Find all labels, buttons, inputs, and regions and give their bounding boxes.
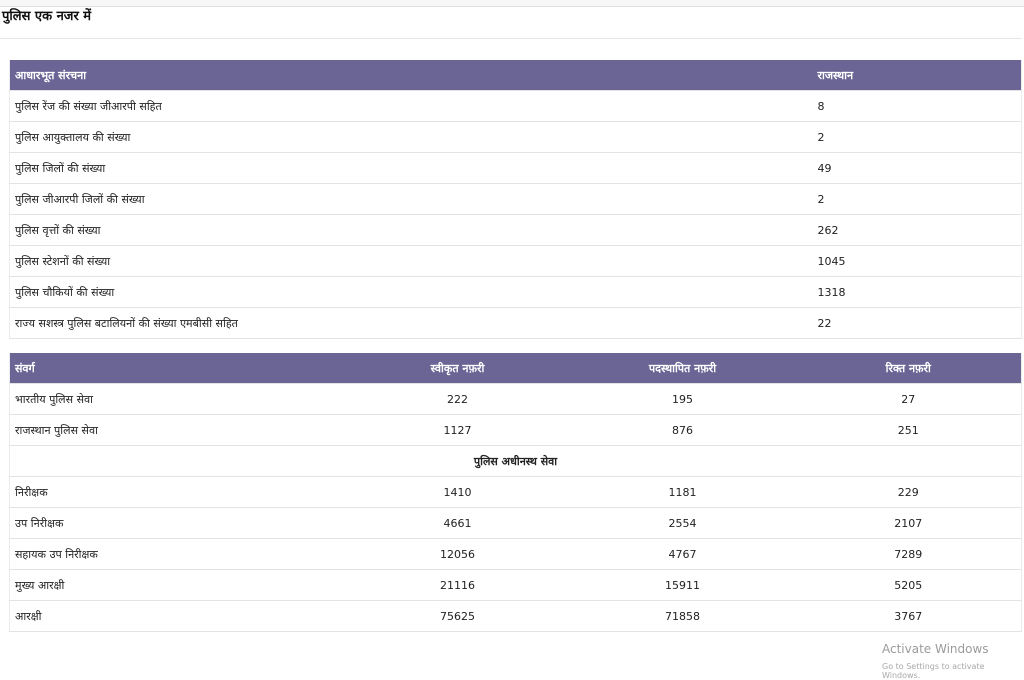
column-header-rajasthan: राजस्थान: [812, 60, 1022, 91]
top-nav-strip: [0, 0, 1024, 7]
row-value: 1045: [812, 245, 1022, 277]
cadre-header-row: संवर्ग स्वीकृत नफ़री पदस्थापित नफ़री रिक…: [9, 353, 1022, 384]
section-row: पुलिस अधीनस्थ सेवा: [9, 445, 1022, 477]
row-value: 22: [812, 307, 1022, 339]
row-label: पुलिस आयुक्तालय की संख्या: [9, 121, 813, 153]
section-label-subordinate-service: पुलिस अधीनस्थ सेवा: [9, 445, 1022, 477]
row-label: पुलिस जिलों की संख्या: [9, 152, 813, 184]
title-divider: [0, 38, 1022, 39]
table-row: पुलिस रेंज की संख्या जीआरपी सहित 8: [9, 90, 1022, 122]
table-row: निरीक्षक 1410 1181 229: [9, 476, 1022, 508]
cadre-name: उप निरीक्षक: [9, 507, 346, 539]
table-row: पुलिस जिलों की संख्या 49: [9, 152, 1022, 184]
sanctioned-value: 75625: [345, 600, 570, 632]
row-value: 1318: [812, 276, 1022, 308]
posted-value: 71858: [569, 600, 796, 632]
activate-windows-watermark-subtitle: Go to Settings to activate Windows.: [882, 662, 985, 680]
table-row: राज्य सशस्त्र पुलिस बटालियनों की संख्या …: [9, 307, 1022, 339]
posted-value: 2554: [569, 507, 796, 539]
table-row: पुलिस वृत्तों की संख्या 262: [9, 214, 1022, 246]
vacant-value: 229: [795, 476, 1022, 508]
vacant-value: 2107: [795, 507, 1022, 539]
row-label: पुलिस स्टेशनों की संख्या: [9, 245, 813, 277]
infrastructure-table: आधारभूत संरचना राजस्थान पुलिस रेंज की सं…: [9, 60, 1022, 339]
table-row: आरक्षी 75625 71858 3767: [9, 600, 1022, 632]
column-header-infrastructure: आधारभूत संरचना: [9, 60, 813, 91]
row-value: 8: [812, 90, 1022, 122]
sanctioned-value: 1127: [345, 414, 570, 446]
cadre-name: भारतीय पुलिस सेवा: [9, 383, 346, 415]
row-label: पुलिस जीआरपी जिलों की संख्या: [9, 183, 813, 215]
row-label: पुलिस चौकियों की संख्या: [9, 276, 813, 308]
table-row: पुलिस चौकियों की संख्या 1318: [9, 276, 1022, 308]
cadre-name: आरक्षी: [9, 600, 346, 632]
vacant-value: 27: [795, 383, 1022, 415]
column-header-posted: पदस्थापित नफ़री: [569, 353, 796, 384]
page-title: पुलिस एक नजर में: [2, 9, 92, 24]
posted-value: 195: [569, 383, 796, 415]
posted-value: 876: [569, 414, 796, 446]
row-value: 2: [812, 183, 1022, 215]
posted-value: 1181: [569, 476, 796, 508]
sanctioned-value: 21116: [345, 569, 570, 601]
table-row: मुख्य आरक्षी 21116 15911 5205: [9, 569, 1022, 601]
table-row: सहायक उप निरीक्षक 12056 4767 7289: [9, 538, 1022, 570]
row-value: 49: [812, 152, 1022, 184]
sanctioned-value: 1410: [345, 476, 570, 508]
vacant-value: 5205: [795, 569, 1022, 601]
row-value: 262: [812, 214, 1022, 246]
row-label: पुलिस वृत्तों की संख्या: [9, 214, 813, 246]
row-label: राज्य सशस्त्र पुलिस बटालियनों की संख्या …: [9, 307, 813, 339]
column-header-cadre: संवर्ग: [9, 353, 346, 384]
posted-value: 4767: [569, 538, 796, 570]
table-row: उप निरीक्षक 4661 2554 2107: [9, 507, 1022, 539]
table-row: पुलिस आयुक्तालय की संख्या 2: [9, 121, 1022, 153]
cadre-name: राजस्थान पुलिस सेवा: [9, 414, 346, 446]
cadre-name: निरीक्षक: [9, 476, 346, 508]
table-row: राजस्थान पुलिस सेवा 1127 876 251: [9, 414, 1022, 446]
table-row: पुलिस स्टेशनों की संख्या 1045: [9, 245, 1022, 277]
column-header-sanctioned: स्वीकृत नफ़री: [345, 353, 570, 384]
posted-value: 15911: [569, 569, 796, 601]
activate-windows-watermark-title: Activate Windows: [882, 642, 989, 656]
table-row: पुलिस जीआरपी जिलों की संख्या 2: [9, 183, 1022, 215]
cadre-name: मुख्य आरक्षी: [9, 569, 346, 601]
infrastructure-header-row: आधारभूत संरचना राजस्थान: [9, 60, 1022, 91]
cadre-strength-table: संवर्ग स्वीकृत नफ़री पदस्थापित नफ़री रिक…: [9, 353, 1022, 632]
table-row: भारतीय पुलिस सेवा 222 195 27: [9, 383, 1022, 415]
vacant-value: 251: [795, 414, 1022, 446]
row-label: पुलिस रेंज की संख्या जीआरपी सहित: [9, 90, 813, 122]
sanctioned-value: 4661: [345, 507, 570, 539]
column-header-vacant: रिक्त नफ़री: [795, 353, 1022, 384]
vacant-value: 7289: [795, 538, 1022, 570]
vacant-value: 3767: [795, 600, 1022, 632]
cadre-name: सहायक उप निरीक्षक: [9, 538, 346, 570]
sanctioned-value: 12056: [345, 538, 570, 570]
row-value: 2: [812, 121, 1022, 153]
sanctioned-value: 222: [345, 383, 570, 415]
